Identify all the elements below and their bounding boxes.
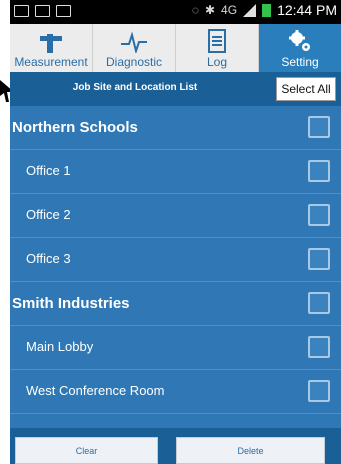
system-icons: ◌ ✱ 4G 12:44 PM [192, 2, 337, 18]
status-bar: ◌ ✱ 4G 12:44 PM [10, 0, 341, 24]
row-label: Office 3 [26, 251, 71, 266]
select-all-button[interactable]: Select All [276, 77, 336, 101]
list-item-main-lobby[interactable]: Main Lobby [10, 326, 341, 370]
gallery-icon [14, 5, 29, 17]
checkbox[interactable] [308, 204, 330, 226]
pulse-icon [121, 31, 147, 53]
document-icon [208, 29, 226, 53]
notification-icons [14, 5, 71, 17]
measurement-icon [40, 34, 62, 53]
clear-button[interactable]: Clear [15, 437, 158, 464]
tab-label: Log [206, 55, 228, 69]
location-list: Northern Schools Office 1 Office 2 Offic… [10, 106, 341, 428]
row-label: West Conference Room [26, 383, 165, 398]
tab-label: Diagnostic [105, 55, 163, 69]
checkbox[interactable] [308, 248, 330, 270]
list-group-northern-schools[interactable]: Northern Schools [10, 106, 341, 150]
message-icon [35, 5, 50, 17]
checkbox[interactable] [308, 116, 330, 138]
list-header: Job Site and Location List Select All [10, 72, 341, 106]
clock: 12:44 PM [277, 2, 337, 18]
tab-measurement[interactable]: Measurement [10, 24, 93, 72]
tab-bar: Measurement Diagnostic Log Setting [10, 24, 341, 73]
checkbox[interactable] [308, 160, 330, 182]
list-item-office-3[interactable]: Office 3 [10, 238, 341, 282]
tab-setting[interactable]: Setting [259, 24, 341, 72]
checkbox[interactable] [308, 336, 330, 358]
network-type: 4G [221, 3, 238, 17]
vibrate-icon: ◌ [191, 3, 199, 17]
list-group-smith-industries[interactable]: Smith Industries [10, 282, 341, 326]
row-label: Northern Schools [12, 119, 138, 136]
row-label: Office 1 [26, 163, 71, 178]
message-icon [56, 5, 71, 17]
app-screen: ◌ ✱ 4G 12:44 PM Measurement Diagnostic L… [0, 0, 341, 464]
signal-icon [243, 3, 257, 17]
checkbox[interactable] [308, 380, 330, 402]
tab-label: Setting [281, 55, 319, 69]
row-label: Smith Industries [12, 295, 130, 312]
bluetooth-icon: ✱ [204, 3, 216, 17]
battery-icon [262, 3, 272, 17]
page-title: Job Site and Location List [72, 82, 198, 93]
list-item-office-1[interactable]: Office 1 [10, 150, 341, 194]
checkbox[interactable] [308, 292, 330, 314]
gears-icon [289, 30, 310, 51]
tab-diagnostic[interactable]: Diagnostic [93, 24, 176, 72]
row-label: Main Lobby [26, 339, 94, 354]
list-item-office-2[interactable]: Office 2 [10, 194, 341, 238]
tab-label: Measurement [14, 55, 88, 69]
footer-bar: Clear Delete [10, 428, 341, 464]
delete-button[interactable]: Delete [176, 437, 325, 464]
tab-log[interactable]: Log [176, 24, 259, 72]
list-item-west-conference-room[interactable]: West Conference Room [10, 370, 341, 414]
row-label: Office 2 [26, 207, 71, 222]
